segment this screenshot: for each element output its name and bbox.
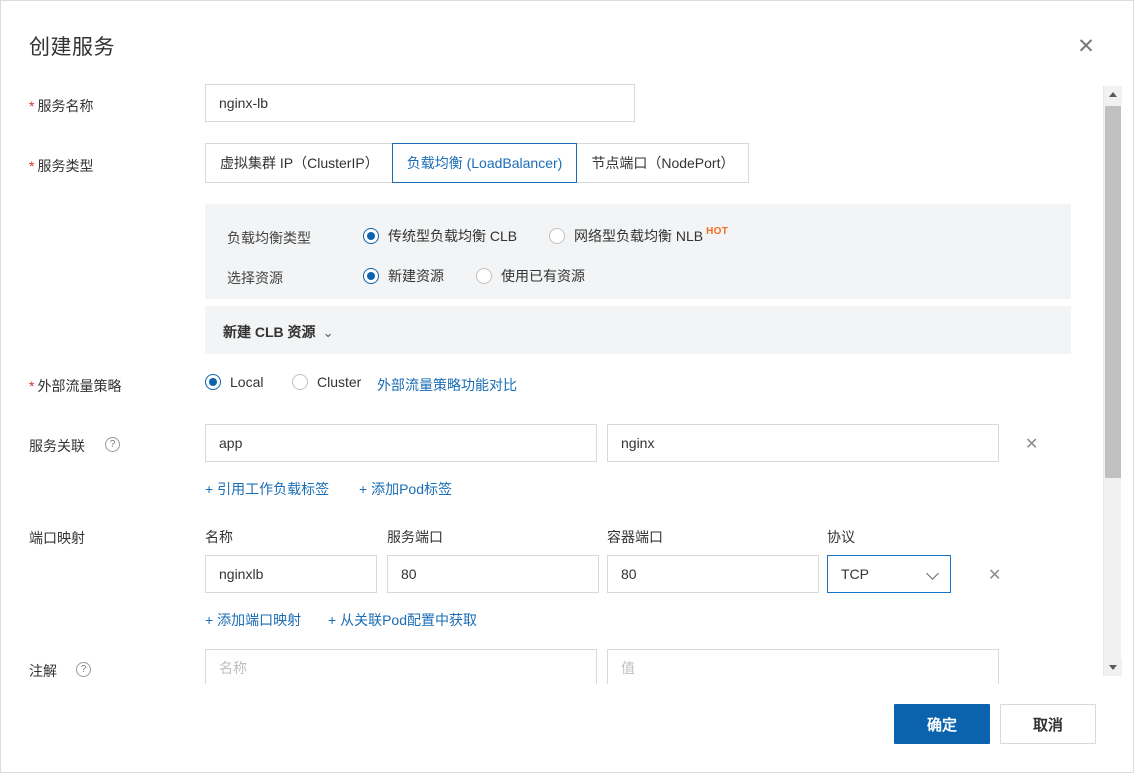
scrollbar-thumb[interactable] — [1105, 106, 1121, 478]
required-marker: * — [29, 158, 34, 174]
radio-label: Cluster — [317, 374, 361, 390]
reference-workload-label-link[interactable]: + 引用工作负载标签 — [205, 479, 329, 499]
annotation-value-input[interactable] — [607, 649, 999, 684]
loadbalancer-settings-panel: 负载均衡类型 传统型负载均衡 CLB 网络型负载均衡 NLB HOT 选择资源 … — [205, 204, 1071, 299]
radio-indicator — [205, 374, 221, 390]
question-mark-icon[interactable]: ? — [105, 437, 120, 452]
clb-resource-toggle[interactable]: 新建 CLB 资源⌄ — [223, 322, 333, 342]
column-header-protocol: 协议 — [827, 527, 855, 547]
cancel-button[interactable]: 取消 — [1000, 704, 1096, 744]
annotation-name-input[interactable] — [205, 649, 597, 684]
page-title: 创建服务 — [29, 31, 115, 61]
lb-type-label: 负载均衡类型 — [227, 228, 311, 248]
radio-nlb[interactable]: 网络型负载均衡 NLB HOT — [549, 226, 725, 246]
service-type-label: *服务类型 — [29, 156, 93, 176]
remove-port-mapping-icon[interactable]: ✕ — [988, 568, 1001, 584]
radio-label: Local — [230, 374, 263, 390]
hot-badge: HOT — [706, 226, 728, 237]
tab-clusterip[interactable]: 虚拟集群 IP（ClusterIP） — [205, 143, 393, 183]
service-port-input[interactable] — [387, 555, 599, 593]
close-icon[interactable]: ✕ — [1073, 34, 1099, 60]
remove-association-icon[interactable]: ✕ — [1025, 437, 1038, 453]
radio-existing-resource[interactable]: 使用已有资源 — [476, 266, 585, 286]
dialog-scrollbar[interactable] — [1103, 86, 1121, 676]
radio-label: 网络型负载均衡 NLB — [574, 226, 703, 246]
radio-indicator — [363, 228, 379, 244]
radio-policy-local[interactable]: Local — [205, 374, 263, 390]
radio-indicator — [549, 228, 565, 244]
chevron-down-icon — [928, 569, 939, 580]
tab-nodeport[interactable]: 节点端口（NodePort） — [577, 143, 749, 183]
confirm-button[interactable]: 确定 — [894, 704, 990, 744]
protocol-select[interactable]: TCP — [827, 555, 951, 593]
required-marker: * — [29, 378, 34, 394]
column-header-name: 名称 — [205, 527, 233, 547]
association-value-input[interactable] — [607, 424, 999, 462]
policy-comparison-link[interactable]: 外部流量策略功能对比 — [377, 375, 517, 395]
service-name-label: *服务名称 — [29, 96, 93, 116]
port-name-input[interactable] — [205, 555, 377, 593]
container-port-input[interactable] — [607, 555, 819, 593]
add-port-mapping-link[interactable]: + 添加端口映射 — [205, 610, 301, 630]
tab-loadbalancer[interactable]: 负载均衡 (LoadBalancer) — [392, 143, 578, 183]
annotations-label: 注解 — [29, 661, 57, 681]
radio-indicator — [363, 268, 379, 284]
radio-label: 新建资源 — [388, 266, 444, 286]
radio-policy-cluster[interactable]: Cluster — [292, 374, 361, 390]
protocol-select-value: TCP — [841, 556, 869, 592]
radio-new-resource[interactable]: 新建资源 — [363, 266, 444, 286]
service-name-input[interactable] — [205, 84, 635, 122]
column-header-container-port: 容器端口 — [607, 527, 663, 547]
chevron-down-icon: ⌄ — [323, 325, 334, 341]
radio-indicator — [292, 374, 308, 390]
radio-label: 使用已有资源 — [501, 266, 585, 286]
add-pod-label-link[interactable]: + 添加Pod标签 — [359, 479, 452, 499]
chevron-up-icon[interactable] — [1104, 86, 1122, 104]
get-from-pod-config-link[interactable]: + 从关联Pod配置中获取 — [328, 610, 477, 630]
resource-choice-label: 选择资源 — [227, 268, 283, 288]
service-type-segmented-control: 虚拟集群 IP（ClusterIP） 负载均衡 (LoadBalancer) 节… — [205, 143, 749, 183]
port-mapping-label: 端口映射 — [29, 528, 85, 548]
clb-resource-section[interactable]: 新建 CLB 资源⌄ — [205, 306, 1071, 354]
radio-label: 传统型负载均衡 CLB — [388, 226, 517, 246]
association-key-input[interactable] — [205, 424, 597, 462]
column-header-service-port: 服务端口 — [387, 527, 443, 547]
create-service-dialog: 创建服务 ✕ *服务名称 *服务类型 虚拟集群 IP（ClusterIP） 负载… — [0, 0, 1134, 773]
question-mark-icon[interactable]: ? — [76, 662, 91, 677]
dialog-body: *服务名称 *服务类型 虚拟集群 IP（ClusterIP） 负载均衡 (Loa… — [1, 79, 1104, 684]
radio-clb[interactable]: 传统型负载均衡 CLB — [363, 226, 517, 246]
external-traffic-policy-label: *外部流量策略 — [29, 376, 121, 396]
service-association-label: 服务关联 — [29, 436, 85, 456]
chevron-down-icon[interactable] — [1104, 658, 1122, 676]
dialog-footer: 确定 取消 — [1, 687, 1134, 772]
radio-indicator — [476, 268, 492, 284]
required-marker: * — [29, 98, 34, 114]
